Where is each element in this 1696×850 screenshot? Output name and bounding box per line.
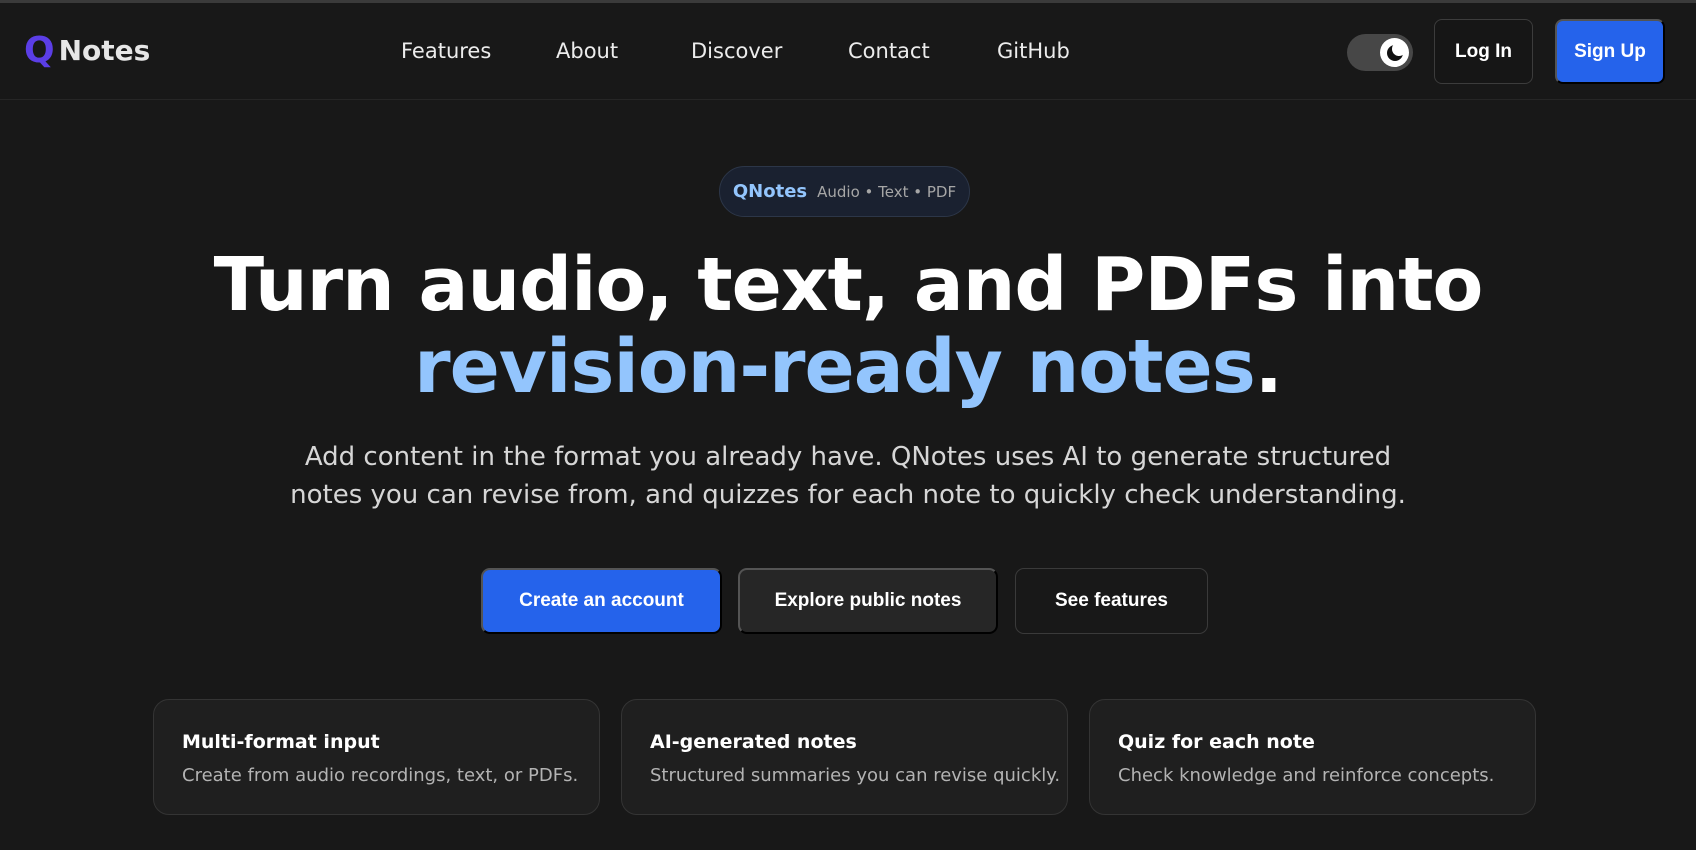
hero-title-line1: Turn audio, text, and PDFs into: [213, 242, 1484, 328]
moon-shape-cut: [1392, 42, 1406, 56]
nav-link-features[interactable]: Features: [401, 39, 491, 63]
nav-link-about[interactable]: About: [556, 39, 618, 63]
feature-card-ai-notes: AI-generated notes Structured summaries …: [621, 699, 1068, 815]
feature-card-title: AI-generated notes: [650, 731, 857, 753]
feature-card-quiz: Quiz for each note Check knowledge and r…: [1089, 699, 1536, 815]
theme-toggle[interactable]: [1347, 34, 1413, 71]
explore-public-notes-button[interactable]: Explore public notes: [738, 568, 998, 634]
create-account-button[interactable]: Create an account: [481, 568, 722, 634]
feature-card-description: Check knowledge and reinforce concepts.: [1118, 765, 1495, 786]
hero-title: Turn audio, text, and PDFs into revision…: [0, 244, 1696, 408]
brand-name: Notes: [58, 34, 151, 67]
site-header: Q Notes Features About Discover Contact …: [0, 3, 1696, 100]
feature-card-description: Structured summaries you can revise quic…: [650, 765, 1061, 786]
hero-title-period: .: [1254, 324, 1283, 410]
logo-q-icon: Q: [24, 30, 55, 71]
brand-logo[interactable]: Q Notes: [24, 33, 150, 69]
feature-card-description: Create from audio recordings, text, or P…: [182, 765, 579, 786]
nav-link-discover[interactable]: Discover: [691, 39, 782, 63]
hero-subtitle-line1: Add content in the format you already ha…: [304, 442, 1392, 472]
badge-formats: Audio • Text • PDF: [817, 182, 957, 201]
hero-badge: QNotes Audio • Text • PDF: [719, 166, 970, 217]
see-features-button[interactable]: See features: [1015, 568, 1208, 634]
feature-card-multi-format: Multi-format input Create from audio rec…: [153, 699, 600, 815]
nav-link-github[interactable]: GitHub: [997, 39, 1070, 63]
feature-card-title: Quiz for each note: [1118, 731, 1315, 753]
hero-title-accent: revision-ready notes: [414, 324, 1256, 410]
hero-subtitle-line2: notes you can revise from, and quizzes f…: [290, 480, 1406, 510]
badge-brand: QNotes: [732, 181, 808, 202]
signup-button[interactable]: Sign Up: [1555, 19, 1665, 84]
hero-subtitle: Add content in the format you already ha…: [0, 438, 1696, 514]
moon-icon: [1380, 38, 1409, 67]
feature-card-title: Multi-format input: [182, 731, 380, 753]
login-button[interactable]: Log In: [1434, 19, 1533, 84]
nav-link-contact[interactable]: Contact: [848, 39, 930, 63]
